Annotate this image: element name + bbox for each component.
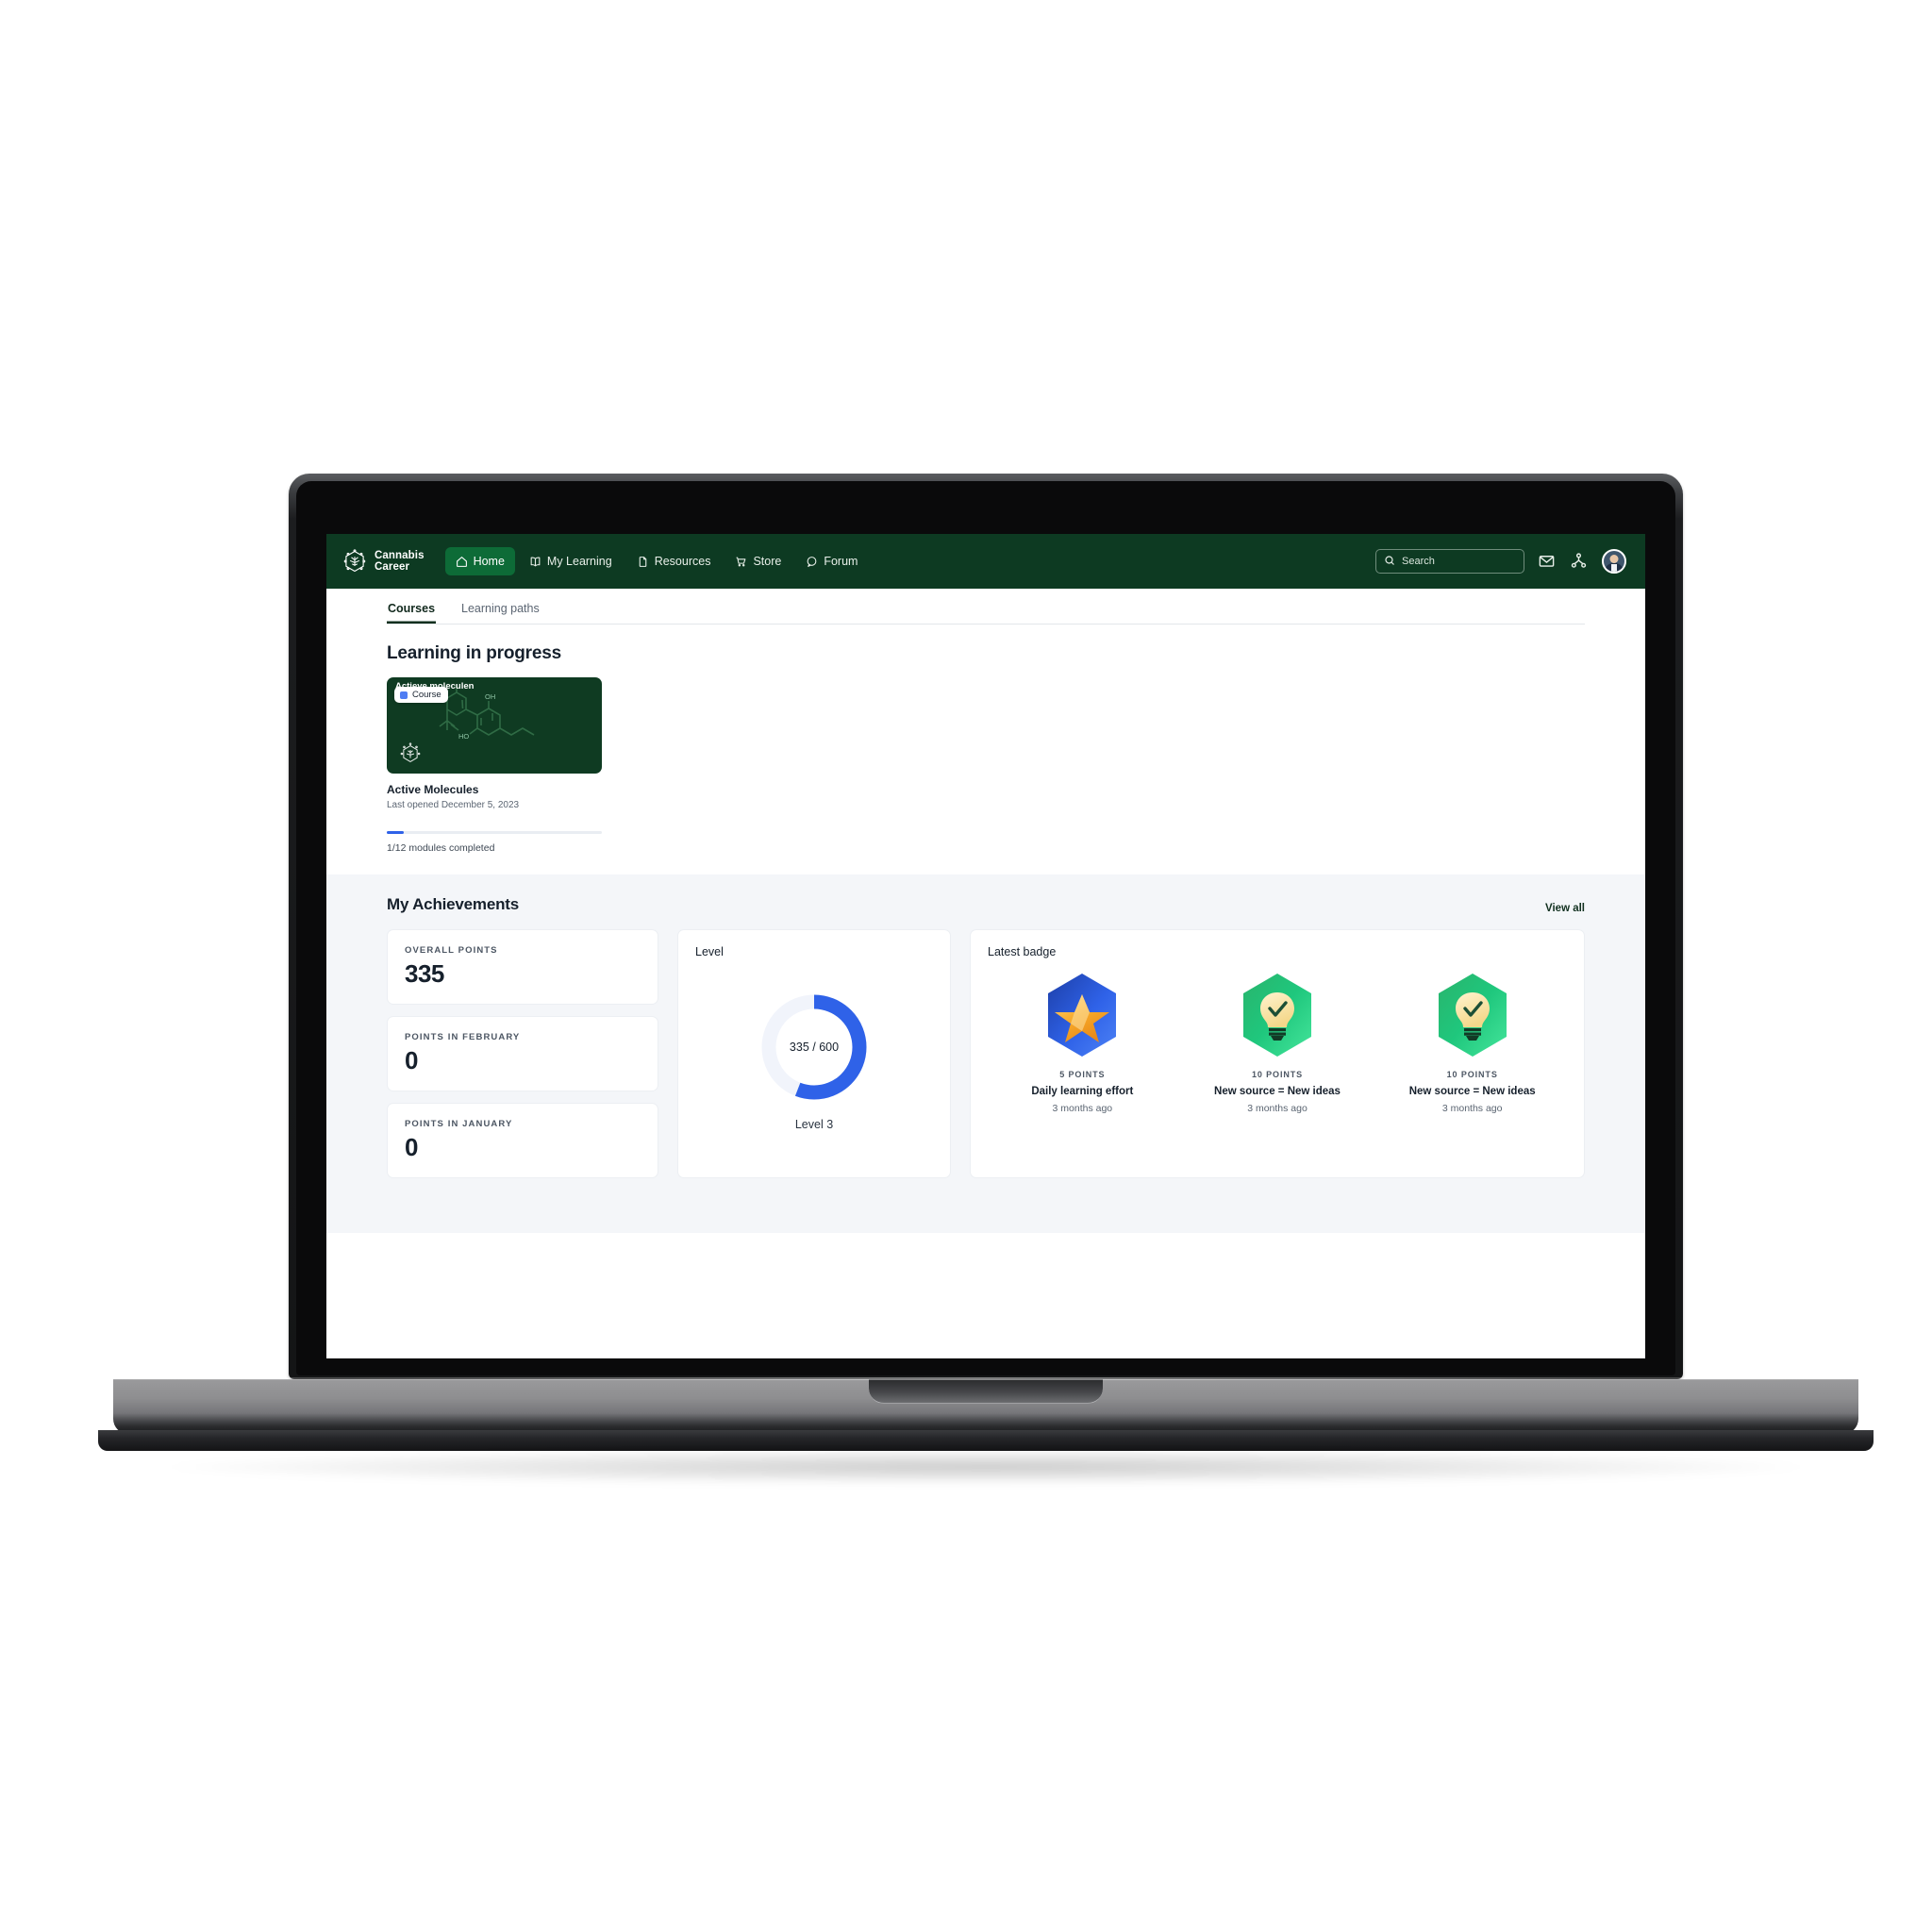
achievements-header: My Achievements View all bbox=[387, 895, 1585, 914]
stat-value: 0 bbox=[405, 1133, 418, 1161]
latest-badge-title: Latest badge bbox=[988, 945, 1057, 958]
learning-section: Courses Learning paths Learning in progr… bbox=[326, 589, 1645, 854]
badge-item[interactable]: 10 Points New source = New ideas 3 month… bbox=[1377, 970, 1567, 1114]
top-navigation-bar: Cannabis Career Home My Learning Resourc… bbox=[326, 534, 1645, 589]
stat-label: Points in January bbox=[405, 1119, 513, 1129]
badge-name: New source = New ideas bbox=[1408, 1086, 1536, 1097]
badge-name: Daily learning effort bbox=[1031, 1086, 1134, 1097]
badge-item[interactable]: 5 Points Daily learning effort 3 months … bbox=[988, 970, 1177, 1114]
view-all-link[interactable]: View all bbox=[1545, 903, 1585, 914]
envelope-icon[interactable] bbox=[1538, 552, 1557, 571]
avatar-shirt bbox=[1611, 564, 1617, 572]
nav-right-group bbox=[1375, 549, 1626, 574]
stat-card-points-february: Points in February 0 bbox=[387, 1016, 658, 1091]
nav-label-home: Home bbox=[473, 555, 505, 568]
brand-name: Cannabis Career bbox=[375, 549, 425, 574]
lightbulb-badge-icon bbox=[1237, 970, 1318, 1060]
cannabis-hexagon-logo-icon bbox=[398, 741, 423, 766]
badge-time: 3 months ago bbox=[1247, 1103, 1307, 1114]
tab-bar: Courses Learning paths bbox=[387, 602, 1585, 625]
document-icon bbox=[637, 556, 649, 568]
nav-item-home[interactable]: Home bbox=[444, 547, 515, 575]
badge-list: 5 Points Daily learning effort 3 months … bbox=[988, 970, 1567, 1114]
nav-label-forum: Forum bbox=[824, 555, 858, 568]
badge-points: 5 Points bbox=[1059, 1070, 1106, 1079]
laptop-shadow bbox=[170, 1449, 1802, 1485]
achievements-section: My Achievements View all Overall points … bbox=[326, 874, 1645, 1233]
stat-card-points-january: Points in January 0 bbox=[387, 1103, 658, 1178]
stat-value: 335 bbox=[405, 959, 444, 988]
course-progress-label: 1/12 modules completed bbox=[387, 842, 495, 854]
nav-item-my-learning[interactable]: My Learning bbox=[519, 547, 623, 575]
level-card-title: Level bbox=[695, 945, 724, 958]
nav-items: Home My Learning Resources Store Forum bbox=[444, 547, 869, 575]
brand-logo[interactable]: Cannabis Career bbox=[341, 548, 425, 575]
badge-points: 10 Points bbox=[1446, 1070, 1498, 1079]
svg-text:HO: HO bbox=[458, 732, 469, 741]
level-donut-center-label: 335 / 600 bbox=[789, 1041, 840, 1054]
screenshot-stage: Cannabis Career Home My Learning Resourc… bbox=[0, 0, 1932, 1932]
course-type-badge: Course bbox=[394, 687, 448, 703]
stat-label: Points in February bbox=[405, 1032, 521, 1042]
nav-item-forum[interactable]: Forum bbox=[795, 547, 868, 575]
latest-badge-card: Latest badge 5 POINTS Daily learning eff… bbox=[970, 929, 1585, 1178]
search-input[interactable] bbox=[1402, 556, 1516, 567]
nav-item-store[interactable]: Store bbox=[724, 547, 791, 575]
user-avatar[interactable] bbox=[1602, 549, 1626, 574]
course-card[interactable]: OH HO Actieve moleculen Course bbox=[387, 677, 602, 854]
book-icon bbox=[529, 556, 541, 568]
svg-text:OH: OH bbox=[485, 692, 495, 701]
nav-label-store: Store bbox=[753, 555, 782, 568]
chat-bubble-icon bbox=[806, 556, 818, 568]
achievements-title: My Achievements bbox=[387, 895, 519, 913]
level-donut-chart: 335 / 600 bbox=[757, 990, 872, 1105]
level-label: Level 3 bbox=[794, 1118, 834, 1131]
cart-icon bbox=[735, 556, 747, 568]
cannabis-hexagon-logo-icon bbox=[341, 548, 368, 575]
badge-time: 3 months ago bbox=[1052, 1103, 1113, 1114]
badge-time: 3 months ago bbox=[1441, 1103, 1503, 1114]
badge-item[interactable]: 10 Points New source = New ideas 3 month… bbox=[1183, 970, 1373, 1114]
badge-name: New source = New ideas bbox=[1214, 1086, 1341, 1097]
nav-label-my-learning: My Learning bbox=[546, 555, 612, 568]
course-badge-square-icon bbox=[400, 691, 408, 699]
stat-label: Overall points bbox=[405, 945, 498, 956]
course-progress-fill bbox=[387, 831, 405, 834]
stat-value: 0 bbox=[405, 1046, 418, 1074]
search-box[interactable] bbox=[1375, 549, 1524, 574]
course-thumbnail: OH HO Actieve moleculen Course bbox=[387, 677, 602, 774]
laptop-base bbox=[113, 1377, 1858, 1434]
share-network-icon[interactable] bbox=[1570, 552, 1589, 571]
stat-card-overall-points: Overall points 335 bbox=[387, 929, 658, 1005]
browser-screen: Cannabis Career Home My Learning Resourc… bbox=[326, 534, 1645, 1358]
nav-label-resources: Resources bbox=[654, 555, 711, 568]
laptop-base-notch bbox=[869, 1379, 1103, 1404]
course-badge-label: Course bbox=[412, 690, 441, 700]
badge-points: 10 Points bbox=[1251, 1070, 1304, 1079]
achievements-grid: Overall points 335 Points in February 0 … bbox=[387, 929, 1585, 1178]
course-title: Active Molecules bbox=[387, 783, 479, 796]
search-icon bbox=[1384, 555, 1395, 569]
stats-column: Overall points 335 Points in February 0 … bbox=[387, 929, 658, 1178]
nav-item-resources[interactable]: Resources bbox=[626, 547, 722, 575]
lightbulb-badge-icon bbox=[1432, 970, 1513, 1060]
page-title: Learning in progress bbox=[387, 643, 561, 663]
tab-learning-paths[interactable]: Learning paths bbox=[460, 602, 541, 624]
laptop-foot bbox=[98, 1430, 1874, 1451]
course-last-opened: Last opened December 5, 2023 bbox=[387, 800, 520, 810]
home-icon bbox=[456, 556, 468, 568]
level-donut-wrap: 335 / 600 Level 3 bbox=[695, 958, 933, 1162]
avatar-head bbox=[1609, 555, 1619, 563]
tab-courses[interactable]: Courses bbox=[387, 602, 436, 624]
star-badge-icon bbox=[1041, 970, 1123, 1060]
level-card: Level 335 / 600 Level 3 bbox=[677, 929, 951, 1178]
course-progress-bar bbox=[387, 831, 602, 834]
